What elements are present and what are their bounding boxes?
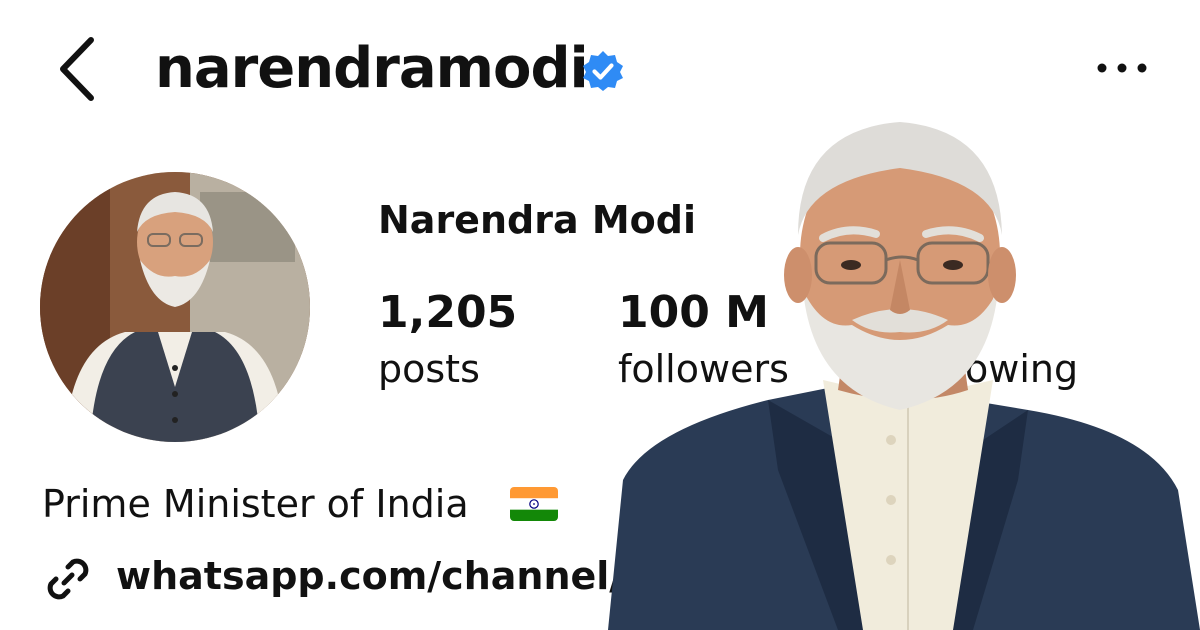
portrait-photo xyxy=(608,110,1200,630)
profile-username: narendramodi xyxy=(155,36,589,101)
profile-bio: Prime Minister of India xyxy=(42,482,469,526)
posts-count[interactable]: 1,205 xyxy=(378,287,517,339)
link-icon xyxy=(47,558,89,600)
more-options-icon[interactable] xyxy=(1096,58,1148,78)
posts-label[interactable]: posts xyxy=(378,345,480,393)
verified-badge-icon xyxy=(583,51,623,91)
profile-avatar[interactable] xyxy=(40,172,310,442)
profile-link[interactable]: whatsapp.com/channel/ xyxy=(116,552,623,600)
india-flag-icon xyxy=(510,487,558,521)
back-chevron-icon[interactable] xyxy=(55,36,99,102)
